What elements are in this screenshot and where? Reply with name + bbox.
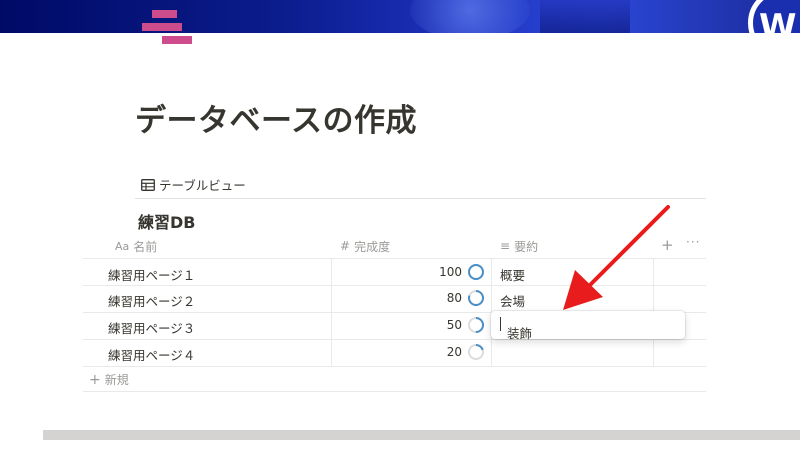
table-row-name[interactable]: 練習用ページ２ xyxy=(108,291,195,310)
column-divider xyxy=(331,258,332,366)
column-header-progress[interactable]: # 完成度 xyxy=(340,237,390,255)
plus-icon: + xyxy=(89,371,101,388)
table-row-name[interactable]: 練習用ページ１ xyxy=(108,265,195,284)
progress-ring-icon xyxy=(468,344,484,360)
progress-value[interactable]: 80 xyxy=(422,291,462,305)
add-column-button[interactable]: + xyxy=(661,236,674,254)
tab-table-view[interactable]: テーブルビュー xyxy=(141,175,246,194)
table-divider xyxy=(83,391,706,392)
view-tab-label: テーブルビュー xyxy=(159,178,246,193)
lines-icon: ≡ xyxy=(500,239,511,253)
table-divider xyxy=(83,366,706,367)
database-title[interactable]: 練習DB xyxy=(138,209,195,233)
progress-ring-icon xyxy=(468,317,484,333)
column-header-summary[interactable]: ≡ 要約 xyxy=(500,237,538,255)
page-icon[interactable] xyxy=(142,8,196,54)
progress-value[interactable]: 100 xyxy=(422,265,462,279)
progress-ring-icon xyxy=(468,290,484,306)
text-icon: Aa xyxy=(115,239,130,253)
footer-bar xyxy=(43,430,800,440)
table-icon xyxy=(141,178,155,191)
summary-edit-input[interactable]: 装飾 xyxy=(491,311,685,341)
view-divider xyxy=(135,198,706,199)
table-divider xyxy=(83,258,706,259)
table-row-name[interactable]: 練習用ページ４ xyxy=(108,345,195,364)
wordpress-logo-icon: W xyxy=(748,0,800,33)
column-header-label: 要約 xyxy=(514,239,539,254)
table-row-name[interactable]: 練習用ページ３ xyxy=(108,318,195,337)
column-header-name[interactable]: Aa 名前 xyxy=(115,237,157,255)
table-divider xyxy=(83,339,706,340)
summary-cell[interactable]: 会場 xyxy=(500,291,525,310)
cover-decoration xyxy=(540,0,630,33)
new-row-label: 新規 xyxy=(104,373,129,387)
number-icon: # xyxy=(340,239,351,253)
page-title[interactable]: データベースの作成 xyxy=(135,95,417,140)
column-header-label: 名前 xyxy=(133,239,158,254)
text-caret xyxy=(500,317,501,331)
add-new-row-button[interactable]: + 新規 xyxy=(89,371,129,388)
more-options-button[interactable]: ··· xyxy=(686,235,700,249)
progress-ring-icon xyxy=(468,264,484,280)
cover-decoration xyxy=(410,0,530,33)
summary-edit-value: 装飾 xyxy=(507,326,533,341)
column-header-label: 完成度 xyxy=(354,239,391,254)
cover-image[interactable]: W xyxy=(0,0,800,33)
progress-value[interactable]: 20 xyxy=(422,345,462,359)
progress-value[interactable]: 50 xyxy=(422,318,462,332)
table-divider xyxy=(83,285,706,286)
summary-cell[interactable]: 概要 xyxy=(500,265,525,284)
